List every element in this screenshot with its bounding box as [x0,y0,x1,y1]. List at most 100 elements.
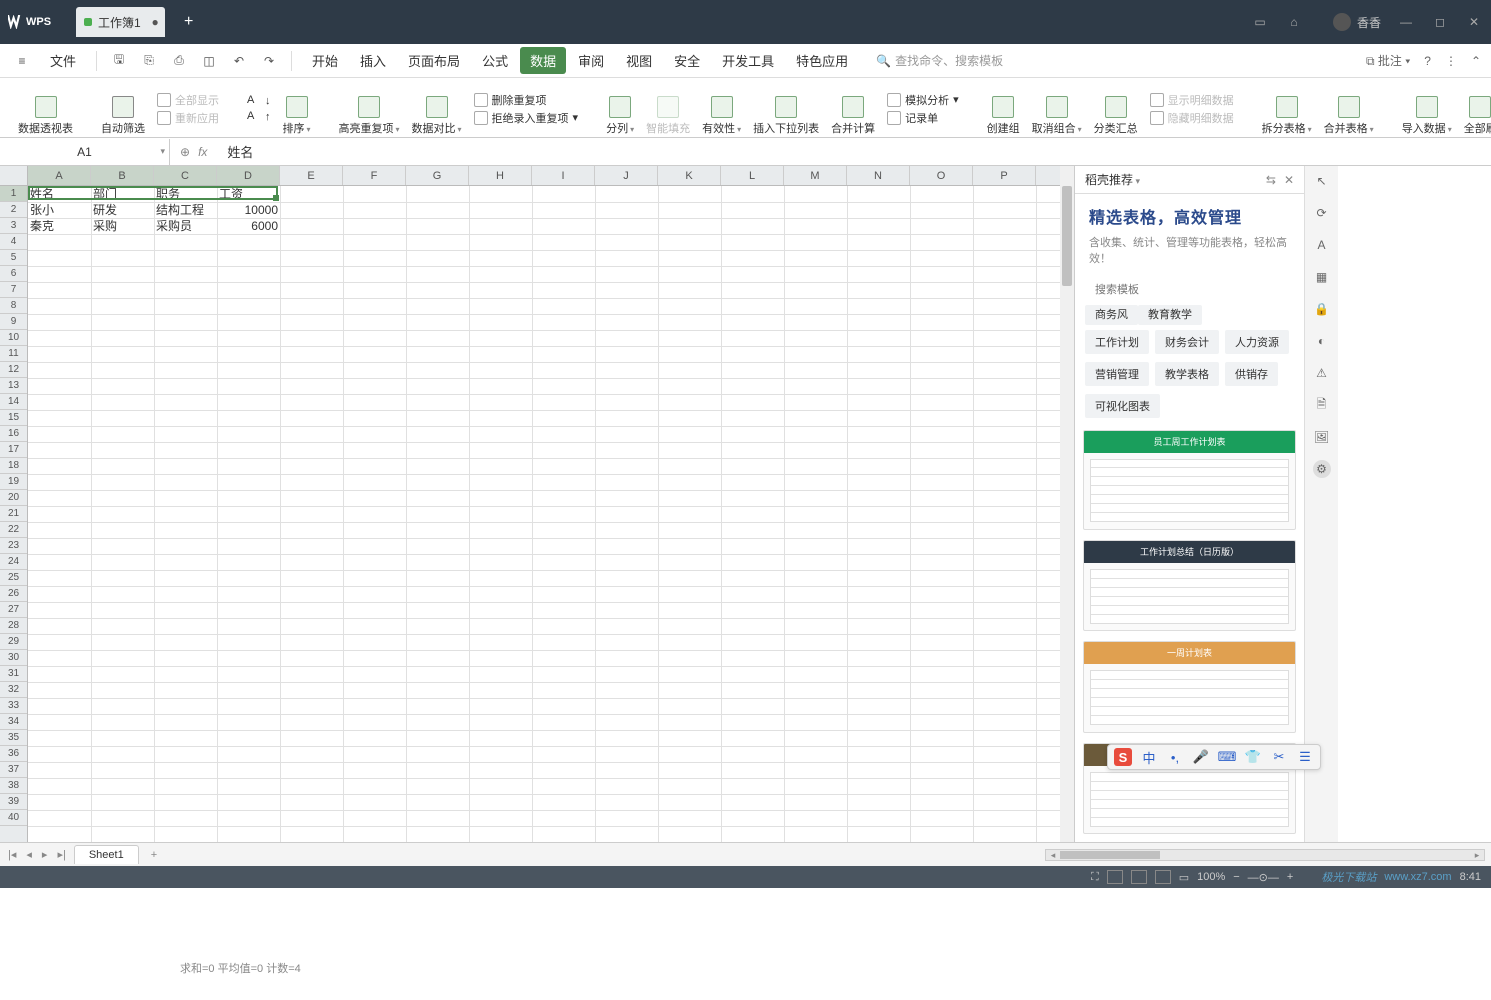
collapse-ribbon-icon[interactable]: ⌃ [1471,54,1481,68]
window-list-icon[interactable]: ▭ [1251,13,1269,31]
panel-title[interactable]: 稻壳推荐 [1085,171,1140,188]
gear-icon[interactable]: ⚙ [1313,460,1331,478]
row-header[interactable]: 32 [0,682,27,698]
record-form-button[interactable]: 记录单 [887,110,959,126]
document-icon[interactable]: 🗎 [1313,396,1331,414]
cell[interactable]: 采购员 [154,218,217,234]
menu-tab-插入[interactable]: 插入 [350,47,396,74]
subtotal-button[interactable]: 分类汇总 [1088,82,1144,136]
row-header[interactable]: 1 [0,186,27,202]
fullscreen-icon[interactable]: ⛶ [1091,871,1099,884]
row-header[interactable]: 24 [0,554,27,570]
cell[interactable]: 秦克 [28,218,91,234]
menu-tab-开发工具[interactable]: 开发工具 [712,47,784,74]
menu-tab-特色应用[interactable]: 特色应用 [786,47,858,74]
select-all-corner[interactable] [0,166,28,185]
column-header[interactable]: L [721,166,784,185]
import-data-button[interactable]: 导入数据 [1396,82,1458,136]
row-header[interactable]: 27 [0,602,27,618]
zoom-in-icon[interactable]: + [1287,871,1293,883]
menu-tab-页面布局[interactable]: 页面布局 [398,47,470,74]
column-header[interactable]: M [784,166,847,185]
template-tag[interactable]: 教学表格 [1155,362,1219,386]
save-icon[interactable]: 🖫 [107,49,131,73]
hamburger-icon[interactable]: ≡ [10,49,34,73]
consolidate-button[interactable]: 合并计算 [825,82,881,136]
undo-icon[interactable]: ↶ [227,49,251,73]
cell[interactable]: 采购 [91,218,154,234]
column-header[interactable]: H [469,166,532,185]
zoom-to-fit-icon[interactable]: ⊕ [180,145,190,159]
cell[interactable]: 工资 [217,186,280,202]
menu-tab-视图[interactable]: 视图 [616,47,662,74]
function-icon[interactable]: fx [198,145,207,159]
redo-icon[interactable]: ↷ [257,49,281,73]
column-header[interactable]: I [532,166,595,185]
column-header[interactable]: D [217,166,280,185]
vertical-scrollbar[interactable] [1060,166,1074,842]
cell[interactable]: 姓名 [28,186,91,202]
file-menu[interactable]: 文件 [40,47,86,74]
remove-duplicates-button[interactable]: 删除重复项 [474,92,579,108]
shape-icon[interactable]: ◐ [1313,332,1331,350]
template-tag[interactable]: 工作计划 [1085,330,1149,354]
sheet-nav-first[interactable]: |◂ [6,848,18,861]
row-header[interactable]: 6 [0,266,27,282]
row-header[interactable]: 33 [0,698,27,714]
maximize-icon[interactable]: ◻ [1431,13,1449,31]
data-validation-button[interactable]: 有效性 [696,82,747,136]
menu-tab-开始[interactable]: 开始 [302,47,348,74]
row-header[interactable]: 30 [0,650,27,666]
row-header[interactable]: 11 [0,346,27,362]
sheet-nav-prev[interactable]: ◂ [24,848,34,861]
template-tag[interactable]: 财务会计 [1155,330,1219,354]
insert-dropdown-button[interactable]: 插入下拉列表 [747,82,825,136]
row-header[interactable]: 7 [0,282,27,298]
add-sheet-button[interactable]: + [151,849,157,861]
row-header[interactable]: 21 [0,506,27,522]
template-tag[interactable]: 教育教学 [1138,305,1202,325]
column-header[interactable]: A [28,166,91,185]
column-header[interactable]: F [343,166,406,185]
reject-duplicates-button[interactable]: 拒绝录入重复项 ▾ [474,110,579,126]
image-icon[interactable]: 🖼 [1313,428,1331,446]
lock-icon[interactable]: 🔒 [1313,300,1331,318]
ime-person-icon[interactable]: 👕 [1244,748,1262,766]
template-tag[interactable]: 可视化图表 [1085,394,1160,418]
new-tab-button[interactable]: + [175,8,203,36]
user-account[interactable]: 香香 [1333,13,1381,31]
row-header[interactable]: 15 [0,410,27,426]
row-header[interactable]: 13 [0,378,27,394]
ime-lang-button[interactable]: 中 [1140,748,1158,766]
template-search-input[interactable] [1085,280,1247,300]
row-header[interactable]: 38 [0,778,27,794]
print2-icon[interactable]: ⎙ [167,49,191,73]
row-header[interactable]: 25 [0,570,27,586]
home-icon[interactable]: ⌂ [1285,13,1303,31]
view-page-icon[interactable] [1131,870,1147,884]
ungroup-button[interactable]: 取消组合 [1026,82,1088,136]
horizontal-scrollbar[interactable]: ◂ ▸ [1045,849,1485,861]
batch-comment-button[interactable]: ⧉ 批注 ▾ [1366,52,1410,69]
sheet-nav-last[interactable]: ▸| [55,848,67,861]
merge-table-button[interactable]: 合并表格 [1318,82,1380,136]
group-button[interactable]: 创建组 [981,82,1026,136]
column-header[interactable]: K [658,166,721,185]
row-header[interactable]: 40 [0,810,27,826]
row-header[interactable]: 39 [0,794,27,810]
menu-tab-数据[interactable]: 数据 [520,47,566,74]
text-to-columns-button[interactable]: 分列 [600,82,640,136]
column-header[interactable]: G [406,166,469,185]
pivot-table-button[interactable]: 数据透视表 [12,82,79,136]
refresh-all-button[interactable]: 全部刷 [1458,82,1491,136]
ime-logo-icon[interactable]: S [1114,748,1132,766]
column-header[interactable]: B [91,166,154,185]
name-box[interactable]: A1 [0,139,170,165]
cell[interactable]: 结构工程 [154,202,217,218]
cell[interactable]: 研发 [91,202,154,218]
row-header[interactable]: 16 [0,426,27,442]
template-tag[interactable]: 营销管理 [1085,362,1149,386]
cell[interactable]: 张小 [28,202,91,218]
preview-icon[interactable]: ◫ [197,49,221,73]
split-table-button[interactable]: 拆分表格 [1256,82,1318,136]
